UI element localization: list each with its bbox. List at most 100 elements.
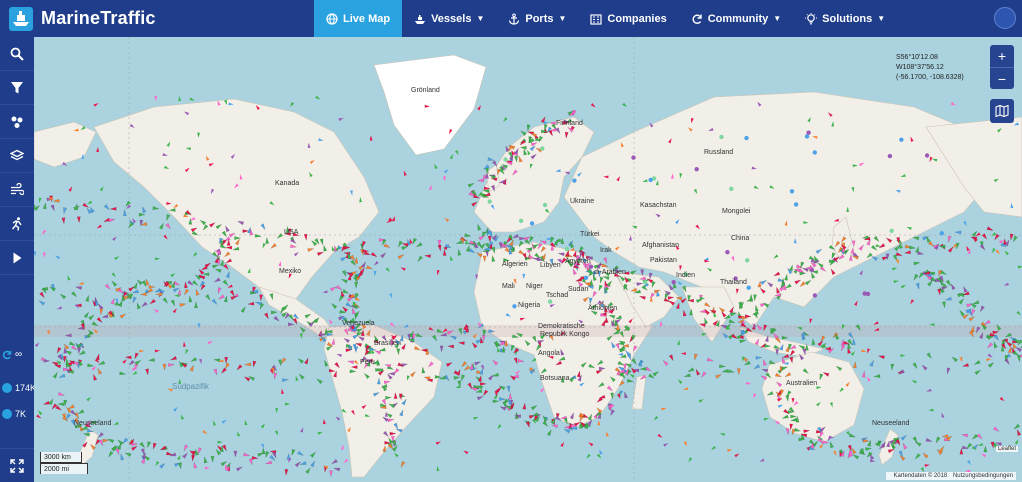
layers-button[interactable] (0, 139, 34, 173)
port-marker[interactable] (512, 304, 517, 309)
label-finnland: Finnland (556, 120, 583, 127)
map-icon (995, 104, 1009, 118)
play-track-button[interactable] (0, 241, 34, 275)
attribution-text: Kartendaten © 2018 (893, 473, 948, 479)
port-marker[interactable] (719, 134, 724, 140)
label-indien: Indien (676, 272, 696, 279)
port-marker[interactable] (924, 153, 930, 158)
label-libyen: Libyen (540, 262, 561, 269)
nav-solutions[interactable]: Solutions ▼ (793, 0, 897, 37)
port-marker[interactable] (789, 189, 795, 194)
caret-down-icon: ▼ (476, 14, 485, 23)
search-icon (10, 47, 24, 61)
port-marker[interactable] (631, 155, 636, 160)
label-afghanistan: Afghanistan (642, 242, 679, 249)
caret-down-icon: ▼ (773, 14, 782, 23)
fleets-button[interactable] (0, 105, 34, 139)
port-marker[interactable] (529, 221, 535, 226)
port-marker[interactable] (889, 228, 894, 233)
nav-live-map[interactable]: Live Map (314, 0, 403, 37)
port-marker[interactable] (643, 280, 648, 285)
label-kongo-1: Demokratische (538, 323, 585, 330)
port-marker[interactable] (746, 285, 751, 290)
stat-value: 7K (15, 409, 27, 419)
live-map[interactable]: Grönland Finnland Russland Kanada USA Me… (34, 37, 1022, 482)
equator-band (34, 325, 1022, 337)
label-kasachstan: Kasachstan (640, 202, 677, 209)
port-marker[interactable] (671, 280, 676, 285)
nav-label: Ports (525, 12, 554, 25)
globe-icon (326, 12, 338, 25)
port-marker[interactable] (939, 231, 944, 236)
nav-label: Companies (607, 12, 667, 25)
port-marker[interactable] (547, 299, 553, 304)
port-marker[interactable] (862, 291, 867, 296)
marinetraffic-app: MarineTraffic Live Map Vessels ▼ Ports ▼… (0, 0, 1022, 482)
filter-button[interactable] (0, 71, 34, 105)
port-marker[interactable] (793, 202, 799, 207)
label-thailand: Thailand (720, 279, 747, 286)
port-marker[interactable] (583, 275, 589, 280)
port-marker[interactable] (542, 202, 548, 208)
search-button[interactable] (0, 37, 34, 71)
filter-icon (11, 81, 23, 93)
label-irak: Irak (600, 247, 612, 254)
port-marker[interactable] (518, 218, 524, 223)
port-marker[interactable] (564, 246, 569, 252)
label-peru: Peru (360, 359, 375, 366)
label-mongolei: Mongolei (722, 208, 751, 215)
label-kongo-2: Republik Kongo (540, 331, 590, 338)
terms-link[interactable]: Nutzungsbedingungen (953, 473, 1013, 479)
port-marker[interactable] (572, 178, 577, 183)
label-turkei: Türkei (580, 231, 600, 238)
port-marker[interactable] (899, 137, 904, 142)
label-kanada: Kanada (275, 180, 300, 187)
port-marker[interactable] (729, 186, 734, 191)
map-attribution: Kartendaten © 2018 Nutzungsbedingungen (886, 472, 1016, 480)
port-marker[interactable] (503, 157, 508, 162)
stat-vessels: 174K (2, 383, 36, 393)
port-marker[interactable] (540, 146, 545, 151)
building-icon (590, 13, 603, 25)
port-marker[interactable] (745, 258, 750, 263)
scale-km: 3000 km (40, 452, 82, 463)
label-algerien: Algerien (502, 261, 528, 268)
port-marker[interactable] (806, 130, 811, 135)
port-marker[interactable] (809, 267, 815, 273)
top-navigation-bar: MarineTraffic Live Map Vessels ▼ Ports ▼… (0, 0, 1022, 37)
label-brasilien: Brasilien (374, 340, 401, 347)
nav-ports[interactable]: Ports ▼ (496, 0, 578, 37)
port-marker[interactable] (812, 293, 818, 298)
port-marker[interactable] (812, 150, 817, 155)
stat-in-view: 7K (2, 409, 26, 419)
port-marker[interactable] (725, 250, 730, 255)
label-pakistan: Pakistan (650, 257, 677, 264)
port-marker[interactable] (648, 177, 653, 183)
cluster-icon (11, 116, 23, 128)
main-nav: Live Map Vessels ▼ Ports ▼ Companies Com… (314, 0, 897, 37)
label-sudpazifik: Südpazifik (172, 382, 209, 391)
label-usa: USA (284, 229, 299, 236)
port-marker[interactable] (487, 199, 492, 204)
port-marker[interactable] (694, 167, 699, 172)
label-neuseeland-east: Neuseeland (872, 420, 910, 427)
zoom-in-button[interactable]: + (990, 45, 1014, 67)
port-marker[interactable] (744, 135, 749, 141)
stat-value: ∞ (15, 349, 23, 360)
leaflet-link[interactable]: Leaflet (995, 446, 1018, 452)
nav-vessels[interactable]: Vessels ▼ (402, 0, 496, 37)
port-marker[interactable] (588, 264, 594, 269)
nav-community[interactable]: Community ▼ (679, 0, 793, 37)
fullscreen-button[interactable] (0, 448, 34, 482)
brand[interactable]: MarineTraffic (0, 0, 314, 37)
port-marker[interactable] (887, 153, 893, 159)
measure-button[interactable] (0, 207, 34, 241)
map-type-button[interactable] (990, 99, 1014, 123)
user-avatar-button[interactable] (994, 7, 1016, 29)
lightbulb-icon (805, 12, 818, 24)
zoom-out-button[interactable]: − (990, 67, 1014, 89)
weather-button[interactable] (0, 173, 34, 207)
nav-companies[interactable]: Companies (578, 0, 678, 37)
label-agypten: Ägypten (565, 258, 591, 265)
label-saudi-arabien: di-Arabien (594, 269, 626, 276)
